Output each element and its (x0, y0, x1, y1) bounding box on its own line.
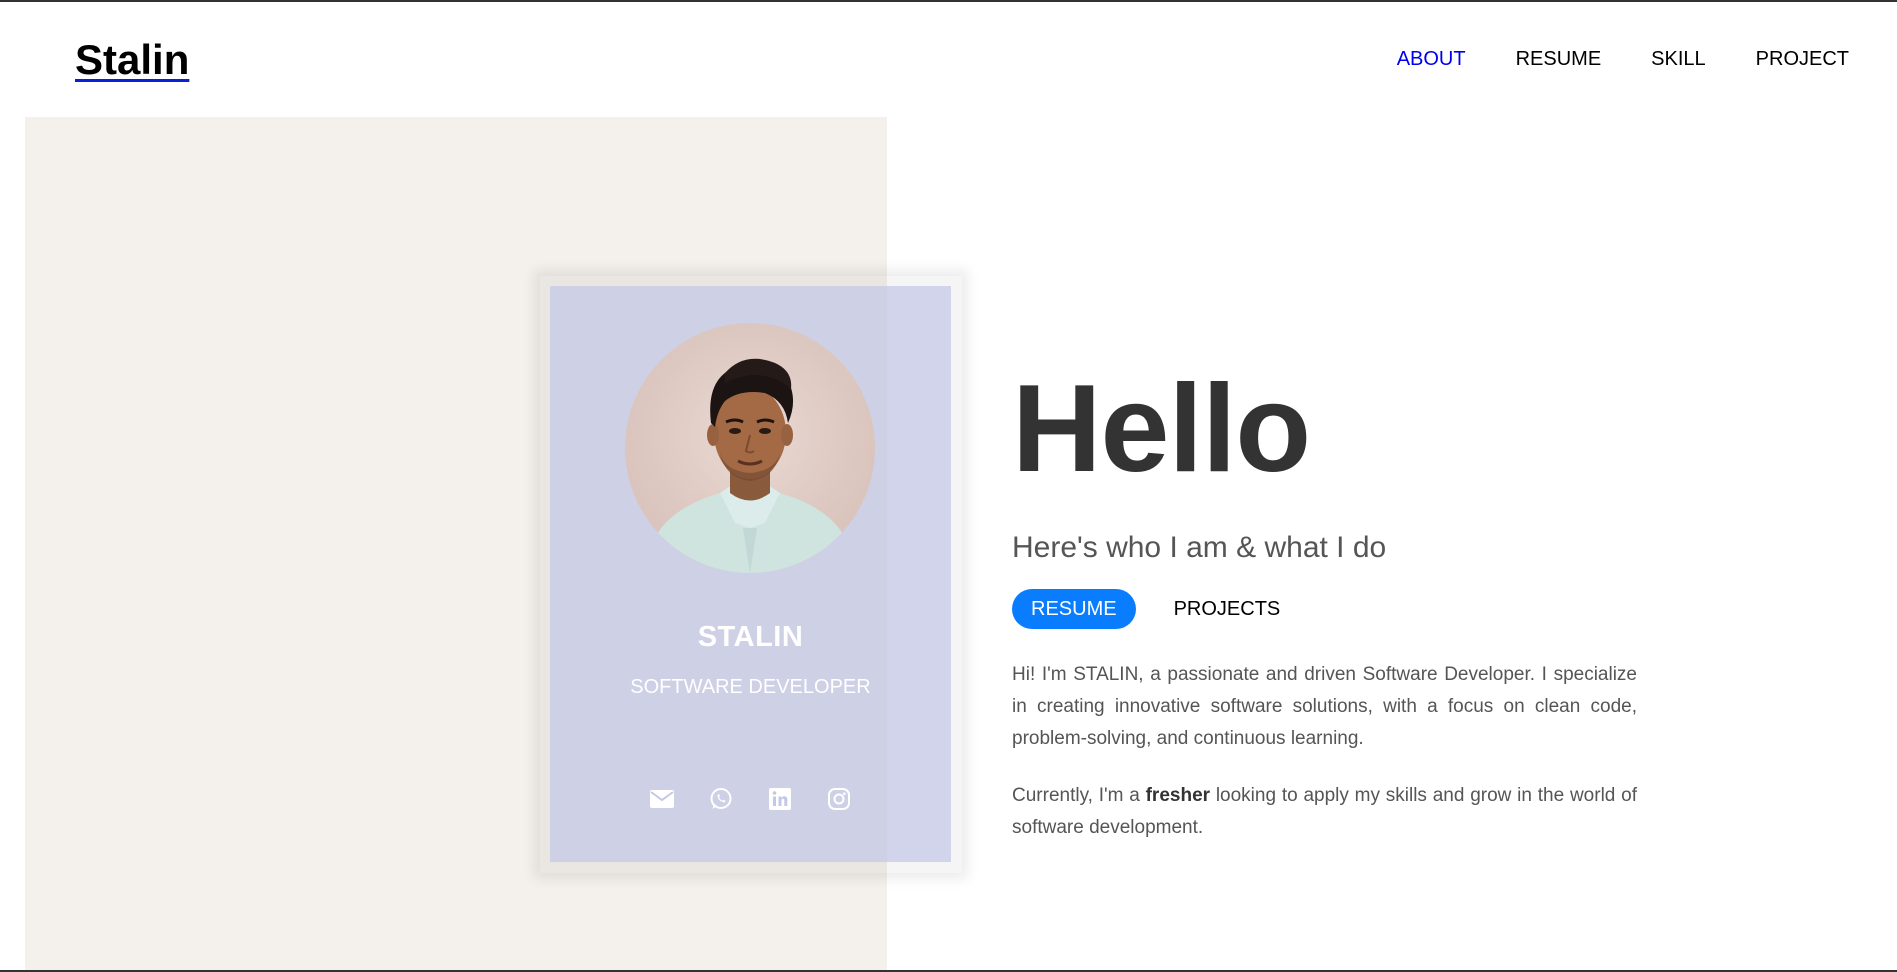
nav-item-about[interactable]: ABOUT (1397, 48, 1466, 71)
instagram-icon[interactable] (827, 786, 852, 811)
intro-paragraph: Hi! I'm STALIN, a passionate and driven … (1012, 664, 1637, 749)
person-illustration (645, 358, 855, 573)
projects-button[interactable]: PROJECTS (1156, 589, 1299, 629)
status-paragraph: Currently, I'm a fresher looking to appl… (1012, 780, 1637, 844)
profile-photo (625, 323, 875, 573)
page: Stalin ABOUT RESUME SKILL PROJECT STALIN… (0, 0, 1897, 972)
nav-item-resume[interactable]: RESUME (1516, 48, 1602, 71)
linkedin-icon[interactable] (768, 786, 793, 811)
resume-button[interactable]: RESUME (1012, 589, 1136, 629)
hero-section: Hello Here's who I am & what I do RESUME… (1012, 367, 1637, 844)
social-links (550, 786, 951, 811)
profile-role: SOFTWARE DEVELOPER (630, 676, 871, 698)
nav-item-project[interactable]: PROJECT (1756, 48, 1849, 71)
site-logo[interactable]: Stalin (75, 36, 189, 84)
whatsapp-icon[interactable] (709, 786, 734, 811)
status-prefix: Currently, I'm a (1012, 785, 1146, 806)
nav-item-skill[interactable]: SKILL (1651, 48, 1705, 71)
main-nav: ABOUT RESUME SKILL PROJECT (1397, 48, 1849, 71)
hero-heading: Hello (1012, 360, 1311, 498)
profile-card: STALIN SOFTWARE DEVELOPER (550, 286, 951, 862)
envelope-icon[interactable] (650, 786, 675, 811)
profile-name: STALIN (697, 621, 804, 653)
hero-subtitle: Here's who I am & what I do (1012, 531, 1387, 564)
hero-buttons: RESUME PROJECTS (1012, 589, 1637, 629)
status-highlight: fresher (1145, 785, 1211, 806)
